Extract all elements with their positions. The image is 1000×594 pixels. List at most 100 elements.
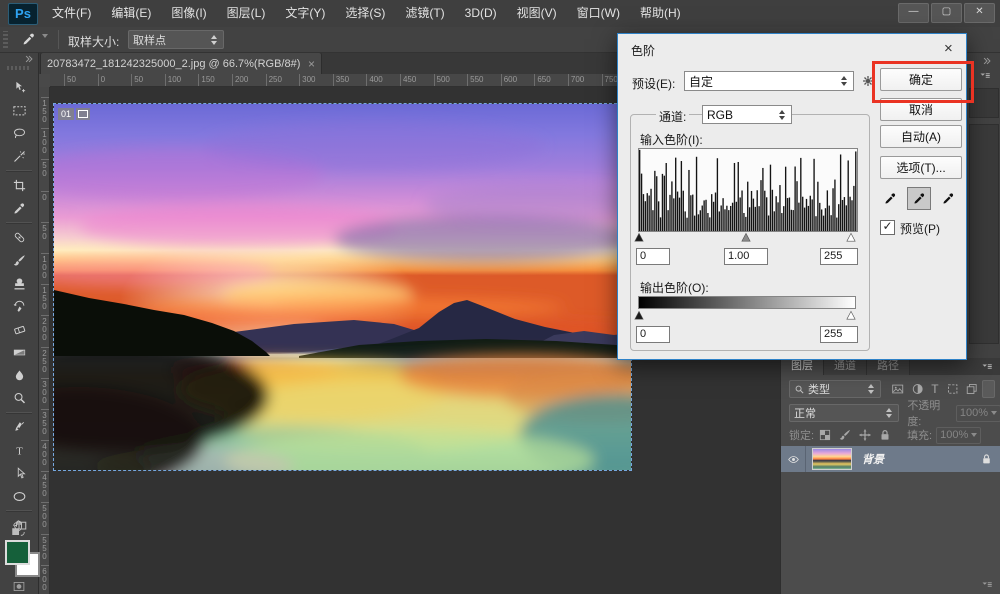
preset-label: 预设(E):: [632, 75, 675, 92]
eyedropper-group: [878, 187, 960, 210]
tool-history-brush[interactable]: [7, 297, 31, 316]
menu-item-11[interactable]: 帮助(H): [630, 0, 691, 27]
quick-mask-icon[interactable]: [10, 580, 28, 593]
tool-move[interactable]: [7, 78, 31, 97]
document-image[interactable]: 01: [53, 103, 632, 471]
menu-item-4[interactable]: 图层(L): [217, 0, 276, 27]
lock-position-icon[interactable]: [858, 428, 872, 442]
input-black-slider[interactable]: [633, 232, 645, 243]
auto-button[interactable]: 自动(A): [880, 125, 962, 148]
layer-thumbnail[interactable]: [812, 448, 852, 470]
lock-transparency-icon[interactable]: [818, 428, 832, 442]
minimize-button[interactable]: —: [898, 3, 929, 23]
opacity-value-box[interactable]: 100%: [956, 405, 1000, 422]
channel-value: RGB: [707, 108, 733, 122]
menu-item-8[interactable]: 3D(D): [455, 0, 507, 27]
collapse-dock-icon[interactable]: [981, 56, 993, 66]
input-black-field[interactable]: 0: [636, 248, 670, 265]
menu-item-7[interactable]: 滤镜(T): [395, 0, 454, 27]
filter-toggle-button[interactable]: [982, 380, 995, 398]
background-layer-row[interactable]: 背景: [781, 446, 1000, 472]
menu-item-9[interactable]: 视图(V): [507, 0, 567, 27]
output-black-slider[interactable]: [633, 310, 645, 321]
menu-item-2[interactable]: 编辑(E): [101, 0, 161, 27]
document-tab[interactable]: 20783472_181242325000_2.jpg @ 66.7%(RGB/…: [40, 52, 322, 74]
tool-path-select[interactable]: [7, 464, 31, 483]
layers-tab-1[interactable]: 图层: [781, 358, 824, 375]
tool-blur[interactable]: [7, 366, 31, 385]
foreground-color-swatch[interactable]: [5, 540, 30, 565]
menu-item-1[interactable]: 文件(F): [42, 0, 101, 27]
preset-value: 自定: [689, 73, 713, 90]
type-icon: T: [11, 443, 28, 458]
filter-shape-icon[interactable]: [946, 382, 959, 396]
tool-lasso[interactable]: [7, 124, 31, 143]
layers-tab-3[interactable]: 路径: [867, 358, 910, 375]
tool-clone-stamp[interactable]: [7, 274, 31, 293]
tool-ellipse[interactable]: [7, 487, 31, 506]
hruler-label: 50: [64, 74, 98, 86]
input-gamma-field[interactable]: 1.00: [724, 248, 768, 265]
menu-item-6[interactable]: 选择(S): [335, 0, 395, 27]
fill-value-box[interactable]: 100%: [936, 427, 981, 444]
hruler-label: 650: [534, 74, 568, 86]
tool-preset-caret-icon[interactable]: [42, 38, 48, 56]
history-brush-icon: [11, 299, 28, 314]
menu-item-10[interactable]: 窗口(W): [567, 0, 630, 27]
menu-item-5[interactable]: 文字(Y): [275, 0, 335, 27]
bottom-panel-menu-icon[interactable]: [977, 579, 997, 591]
toolbar-grip[interactable]: [7, 66, 31, 70]
tool-crop[interactable]: [7, 176, 31, 195]
input-white-field[interactable]: 255: [820, 248, 858, 265]
gray-point-eyedropper[interactable]: [907, 187, 931, 210]
collapse-panel-icon[interactable]: [23, 54, 35, 64]
input-gamma-slider[interactable]: [740, 232, 752, 243]
tool-gradient[interactable]: [7, 343, 31, 362]
output-white-field[interactable]: 255: [820, 326, 858, 343]
options-button[interactable]: 选项(T)...: [880, 156, 962, 179]
tool-spot-healing[interactable]: [7, 228, 31, 247]
sample-size-select[interactable]: 取样点: [128, 30, 224, 49]
preview-checkbox[interactable]: ✓: [880, 220, 895, 235]
tool-brush[interactable]: [7, 251, 31, 270]
swap-colors-icon[interactable]: [8, 520, 30, 538]
eye-icon[interactable]: [786, 454, 801, 465]
tool-type[interactable]: T: [7, 441, 31, 460]
output-black-field[interactable]: 0: [636, 326, 670, 343]
white-point-eyedropper[interactable]: [936, 187, 960, 210]
lock-pixels-icon[interactable]: [838, 428, 852, 442]
input-white-slider[interactable]: [845, 232, 857, 243]
output-white-slider[interactable]: [845, 310, 857, 321]
dialog-close-icon[interactable]: ×: [944, 40, 953, 57]
tool-dodge[interactable]: [7, 389, 31, 408]
eyedropper-tool-icon[interactable]: [20, 31, 38, 47]
hruler-label: 200: [232, 74, 266, 86]
blend-mode-value: 正常: [794, 405, 816, 421]
panel-menu-icon[interactable]: [975, 70, 995, 82]
lock-all-icon[interactable]: [878, 428, 892, 442]
close-button[interactable]: ✕: [964, 3, 995, 23]
maximize-button[interactable]: ▢: [931, 3, 962, 23]
filter-type-text-icon[interactable]: T: [930, 382, 940, 396]
tab-close-icon[interactable]: ×: [308, 57, 315, 71]
hruler-label: 600: [501, 74, 535, 86]
select-spinner-icon: [210, 34, 219, 46]
filter-pixel-icon[interactable]: [891, 382, 904, 396]
blend-mode-select[interactable]: 正常: [789, 404, 899, 422]
tool-eyedropper[interactable]: [7, 199, 31, 218]
tool-pen[interactable]: [7, 418, 31, 437]
layers-panel-menu-icon[interactable]: [977, 361, 997, 373]
filter-smart-object-icon[interactable]: [965, 382, 978, 396]
filter-adjustment-icon[interactable]: [911, 382, 924, 396]
tool-marquee[interactable]: [7, 101, 31, 120]
preset-select[interactable]: 自定: [684, 71, 854, 91]
channel-select[interactable]: RGB: [702, 105, 792, 124]
layers-tab-2[interactable]: 通道: [824, 358, 867, 375]
filter-type-select[interactable]: 类型: [789, 380, 881, 398]
options-bar-grip[interactable]: [3, 31, 8, 48]
menu-item-3[interactable]: 图像(I): [161, 0, 216, 27]
layer-visibility-cell[interactable]: [781, 446, 806, 472]
black-point-eyedropper[interactable]: [878, 187, 902, 210]
tool-magic-wand[interactable]: [7, 147, 31, 166]
tool-eraser[interactable]: [7, 320, 31, 339]
